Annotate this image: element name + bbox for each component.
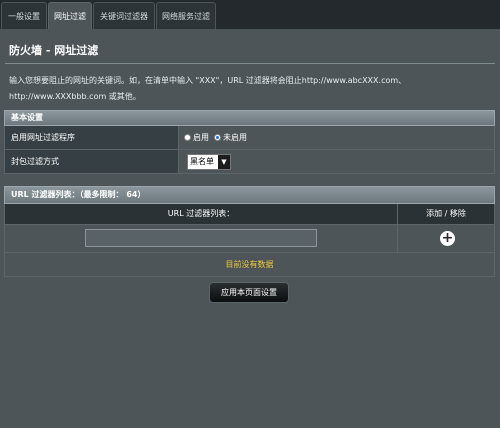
url-input-row: + [4, 225, 495, 253]
column-add-remove: 添加 / 移除 [426, 209, 466, 218]
filter-mode-value-cell: 黑名单 ▼ [179, 150, 494, 173]
url-input-cell [5, 225, 398, 252]
tab-bar: 一般设置 网址过滤 关键词过滤器 网络服务过滤 [0, 0, 500, 29]
enable-url-filter-row: 启用网址过滤程序 启用 未启用 [4, 126, 495, 150]
description-line-1: 输入您想要阻止的网址的关键词。如，在清单中输入 "XXX"，URL 过滤器将会阻… [9, 76, 407, 85]
basic-settings-header: 基本设置 [4, 110, 495, 126]
empty-list-message: 目前没有数据 [4, 253, 495, 277]
tab-network-service-filter[interactable]: 网络服务过滤 [156, 2, 216, 29]
tab-keyword-filter[interactable]: 关键词过滤器 [93, 2, 155, 29]
chevron-down-icon: ▼ [218, 154, 230, 169]
radio-disable[interactable] [214, 134, 221, 141]
apply-button[interactable]: 应用本页面设置 [209, 282, 289, 303]
filter-mode-select[interactable]: 黑名单 ▼ [187, 153, 231, 170]
url-list-column-headers: URL 过滤器列表： 添加 / 移除 [4, 204, 495, 225]
add-circle-icon[interactable]: + [440, 231, 455, 246]
page-title: 防火墙 - 网址过滤 [9, 44, 99, 57]
url-list-header: URL 过滤器列表：（最多限制： 64） [4, 186, 495, 204]
page-description: 输入您想要阻止的网址的关键词。如，在清单中输入 "XXX"，URL 过滤器将会阻… [9, 73, 479, 105]
filter-mode-selected: 黑名单 [190, 157, 214, 166]
radio-enable-label[interactable]: 启用 [193, 132, 209, 143]
radio-enable[interactable] [184, 134, 191, 141]
title-divider [5, 63, 495, 64]
radio-disable-label[interactable]: 未启用 [223, 132, 247, 143]
tab-url-filter[interactable]: 网址过滤 [48, 2, 92, 29]
filter-mode-row: 封包过滤方式 黑名单 ▼ [4, 150, 495, 174]
enable-url-filter-options: 启用 未启用 [179, 126, 494, 149]
tab-general[interactable]: 一般设置 [1, 2, 47, 29]
url-input[interactable] [85, 229, 317, 247]
description-line-2: http://www.XXXbbb.com 或其他。 [9, 92, 141, 101]
filter-mode-label: 封包过滤方式 [5, 150, 179, 173]
content-panel: 防火墙 - 网址过滤 输入您想要阻止的网址的关键词。如，在清单中输入 "XXX"… [0, 29, 500, 428]
enable-url-filter-label: 启用网址过滤程序 [5, 126, 179, 149]
column-url-list: URL 过滤器列表： [5, 204, 398, 224]
